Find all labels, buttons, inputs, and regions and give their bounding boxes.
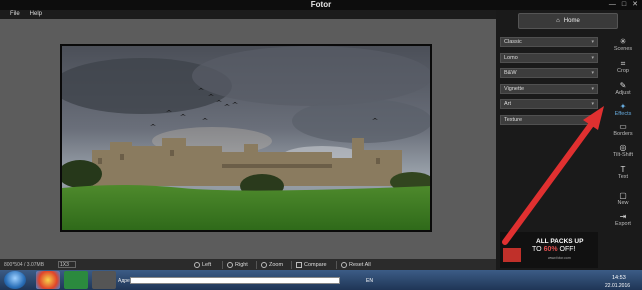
tool-text[interactable]: T Text [604,165,642,185]
taskbar-app-fotor[interactable] [92,271,116,289]
borders-icon: ▭ [619,122,627,131]
compare-label: Compare [304,262,327,268]
category-label: B&W [504,70,517,76]
tool-label: Text [617,174,629,180]
promo-line1: ALL PACKS UP [536,238,584,245]
text-icon: T [620,165,626,174]
rotate-right-button[interactable]: Right [227,261,248,269]
clock-time[interactable]: 14:53 [612,275,626,281]
tool-label: Tilt-Shift [613,152,633,158]
chevron-down-icon: ▾ [591,117,594,123]
effect-category-art[interactable]: Art ▾ [500,99,598,109]
tilt-shift-icon: ◎ [619,143,627,152]
gift-icon [503,248,521,262]
tool-adjust[interactable]: ✎ Adjust [604,81,642,101]
home-icon: ⌂ [556,18,560,24]
home-button[interactable]: ⌂ Home [518,13,618,29]
chevron-down-icon: ▾ [591,39,594,45]
tool-borders[interactable]: ▭ Borders [604,122,642,142]
tool-scenes[interactable]: ✳ Scenes [604,37,642,57]
tool-label: Effects [614,111,632,117]
reset-icon [341,262,347,268]
export-icon: ⇥ [619,212,627,221]
menu-bar: File Help [0,10,506,19]
tool-label: Export [615,221,631,227]
clock-date: 22.01.2016 [605,283,631,289]
divider [291,261,292,269]
chevron-down-icon: ▾ [591,55,594,61]
chevron-down-icon: ▾ [591,86,594,92]
promo-suffix: OFF! [559,246,576,253]
menu-help[interactable]: Help [30,10,42,19]
tool-label: New [617,200,629,206]
tool-label: Adjust [615,90,631,96]
rotate-right-icon [227,262,233,268]
minimize-button[interactable]: — [609,0,616,10]
effect-category-vignette[interactable]: Vignette ▾ [500,84,598,94]
zoom-label: Zoom [269,262,284,268]
tool-tilt-shift[interactable]: ◎ Tilt-Shift [604,143,642,163]
scenes-icon: ✳ [619,37,627,46]
address-input[interactable] [130,277,340,284]
zoom-level-select[interactable]: 1X3 [58,261,76,268]
image-dimensions: 800*504 / 3.07MB [4,262,45,268]
promo-percent: 60% [543,246,558,253]
divider [336,261,337,269]
taskbar-app-torrent[interactable] [64,271,88,289]
category-label: Vignette [504,86,525,92]
category-label: Art [504,101,512,107]
close-button[interactable]: ✕ [632,0,638,10]
promo-url: www.fotor.com [548,256,571,260]
tool-label: Crop [617,68,629,74]
effects-icon: ✦ [619,102,627,111]
promo-line2: TO 60% OFF! [532,246,575,253]
app-title: Fotor [310,0,332,9]
taskbar-app-chrome[interactable] [36,271,60,289]
crop-icon: ⌗ [620,59,626,68]
category-label: Lomo [504,55,518,61]
start-button[interactable] [4,271,26,289]
divider [222,261,223,269]
effect-category-lomo[interactable]: Lomo ▾ [500,53,598,63]
effect-category-texture[interactable]: Texture ▾ [500,115,598,125]
divider [256,261,257,269]
chevron-down-icon: ▾ [591,101,594,107]
window-controls: — □ ✕ [609,0,638,10]
tool-new[interactable]: ▢ New [604,191,642,211]
effect-category-bw[interactable]: B&W ▾ [500,68,598,78]
tool-label: Borders [613,131,633,137]
compare-icon [296,262,302,268]
compare-button[interactable]: Compare [296,261,327,269]
rotate-left-button[interactable]: Left [194,261,211,269]
rotate-right-label: Right [235,262,248,268]
language-indicator[interactable]: EN [366,278,373,284]
photo-castle[interactable] [62,46,430,230]
new-icon: ▢ [619,191,627,200]
reset-all-button[interactable]: Reset All [341,261,371,269]
home-label: Home [563,18,580,24]
promo-prefix: TO [532,246,542,253]
rotate-left-label: Left [202,262,212,268]
tool-crop[interactable]: ⌗ Crop [604,59,642,79]
category-label: Classic [504,39,522,45]
zoom-icon [261,262,267,268]
adjust-icon: ✎ [619,81,627,90]
rotate-left-icon [194,262,200,268]
reset-all-label: Reset All [349,262,371,268]
category-label: Texture [504,117,523,123]
effect-category-classic[interactable]: Classic ▾ [500,37,598,47]
tool-effects[interactable]: ✦ Effects [604,102,642,122]
maximize-button[interactable]: □ [622,0,626,10]
tool-label: Scenes [613,46,633,52]
menu-file[interactable]: File [10,10,20,19]
tool-export[interactable]: ⇥ Export [604,212,642,232]
zoom-button[interactable]: Zoom [261,261,283,269]
chevron-down-icon: ▾ [591,70,594,76]
